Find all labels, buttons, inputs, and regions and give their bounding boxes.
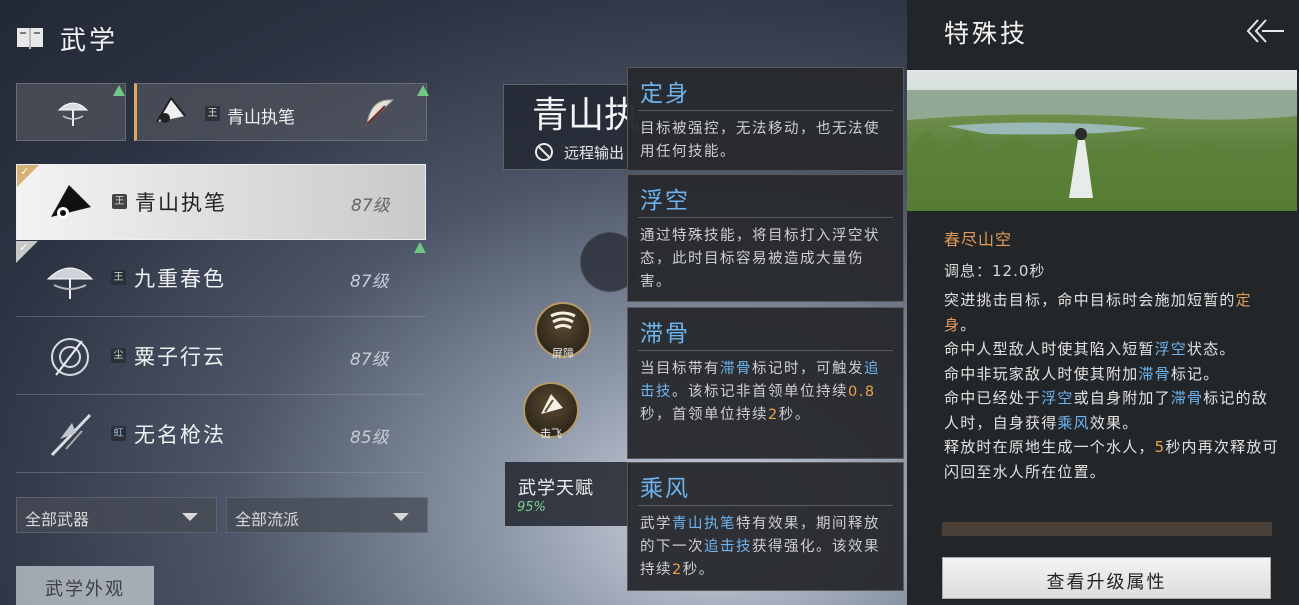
chevron-down-icon (182, 513, 198, 521)
tooltip-body: 目标被强控，无法移动，也无法使用任何技能。 (640, 121, 880, 160)
spear-icon (50, 413, 92, 457)
tooltip-title: 定身 (640, 81, 690, 107)
weapon-name: 粟子行云 (134, 345, 226, 369)
umbrella-icon (57, 102, 89, 126)
weapon-filter-label: 全部武器 (25, 510, 90, 529)
tooltip-airborne: 浮空 通过特殊技能，将目标打入浮空状态，此时目标容易被造成大量伤害。 (627, 174, 904, 302)
appearance-button[interactable]: 武学外观 (16, 566, 154, 605)
upgrade-indicator (417, 85, 429, 96)
page-title: 武学 (60, 26, 119, 56)
panel-title: 特殊技 (944, 19, 1029, 48)
divider (638, 217, 893, 218)
view-upgrade-button[interactable]: 查看升级属性 (942, 557, 1271, 599)
upgrade-indicator (414, 242, 426, 253)
weapon-name: 九重春色 (134, 267, 226, 291)
umbrella-icon (46, 267, 94, 299)
divider (638, 110, 893, 111)
book-icon (17, 28, 43, 49)
school-filter-label: 全部流派 (235, 510, 300, 529)
equipped-weapon-name: 青山执笔 (227, 108, 295, 128)
skill-description: 突进挑击目标，命中目标时会施加短暂的定身。 命中人型敌人时使其陷入短暂浮空状态。… (944, 291, 1279, 481)
weapon-role: 远程输出 (564, 144, 625, 162)
school-badge: 虹 (111, 426, 126, 441)
weapon-name: 无名枪法 (134, 423, 226, 447)
double-chevron-left-icon[interactable] (1244, 18, 1286, 44)
weapon-level: 85级 (350, 428, 389, 448)
divider (638, 350, 893, 351)
tooltip-title: 滞骨 (640, 321, 690, 347)
fan-weapon-icon (366, 99, 395, 126)
tooltip-immobilize: 定身 目标被强控，无法移动，也无法使用任何技能。 (627, 67, 904, 171)
weapon-row-2[interactable]: ✓ 王 九重春色 87级 (16, 241, 426, 317)
weapon-row-4[interactable]: 虹 无名枪法 85级 (16, 397, 426, 473)
fan-icon (156, 96, 186, 123)
skill-cooldown: 调息：12.0秒 (944, 262, 1046, 280)
school-filter-dropdown[interactable]: 全部流派 (226, 497, 428, 533)
weapon-row-3[interactable]: 尘 粟子行云 87级 (16, 319, 426, 395)
skill-label: 屏障 (552, 347, 574, 360)
talent-label: 武学天赋 (518, 478, 594, 499)
talent-percent: 95% (517, 500, 546, 515)
school-badge: 尘 (111, 348, 126, 363)
fan-icon (51, 185, 91, 219)
upgrade-indicator (113, 85, 125, 96)
weapon-title: 青山执 (532, 95, 641, 136)
equipped-slot-2[interactable]: 王 青山执笔 (134, 83, 429, 141)
equipped-slot-1[interactable] (16, 83, 126, 141)
school-badge: 王 (111, 270, 126, 285)
skill-name: 春尽山空 (944, 230, 1013, 249)
tooltip-title: 乘风 (640, 476, 690, 502)
weapon-level: 87级 (350, 272, 389, 292)
divider (638, 505, 893, 506)
check-icon: ✓ (19, 241, 29, 254)
skill-label: 击飞 (540, 427, 562, 440)
tooltip-body: 武学青山执笔特有效果，期间释放的下一次追击技获得强化。该效果持续2秒。 (640, 516, 880, 578)
wind-icon (550, 311, 576, 330)
fan-strike-icon (541, 394, 563, 414)
weapon-level: 87级 (351, 196, 390, 216)
tooltip-ride-wind: 乘风 武学青山执笔特有效果，期间释放的下一次追击技获得强化。该效果持续2秒。 (627, 462, 904, 591)
tooltip-body: 通过特殊技能，将目标打入浮空状态，此时目标容易被造成大量伤害。 (640, 228, 880, 290)
weapon-level: 87级 (350, 350, 389, 370)
tooltip-body: 当目标带有滞骨标记时，可触发追击技。该标记非首领单位持续0.8秒，首领单位持续2… (640, 361, 880, 423)
skill-preview-image (907, 70, 1297, 211)
weapon-filter-dropdown[interactable]: 全部武器 (16, 497, 217, 533)
no-icon (535, 143, 553, 161)
chevron-down-icon (393, 513, 409, 521)
tooltip-title: 浮空 (640, 188, 690, 214)
spiral-icon (51, 338, 89, 376)
check-icon: ✓ (20, 165, 30, 178)
tooltip-bone-mark: 滞骨 当目标带有滞骨标记时，可触发追击技。该标记非首领单位持续0.8秒，首领单位… (627, 307, 904, 459)
divider (942, 522, 1272, 536)
school-badge: 王 (112, 194, 127, 209)
weapon-row-1[interactable]: ✓ 王 青山执笔 87级 (16, 164, 426, 240)
school-badge: 王 (205, 106, 220, 121)
weapon-name: 青山执笔 (135, 191, 227, 215)
